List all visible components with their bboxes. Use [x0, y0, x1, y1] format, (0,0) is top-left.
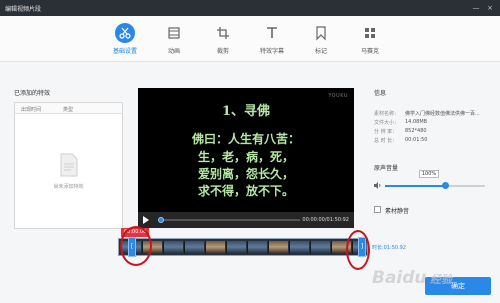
volume-fill: [385, 185, 445, 187]
col-type: 类型: [63, 107, 74, 113]
volume-handle[interactable]: [442, 182, 449, 189]
video-preview[interactable]: YOUKU 1、寻佛 佛曰：人生有八苦： 生，老，病，死， 爱别离，怨长久， 求…: [138, 88, 354, 212]
close-button[interactable]: ×: [486, 4, 494, 12]
mute-label: 素材静音: [385, 208, 410, 215]
effects-header: 出现时间 类型: [15, 103, 122, 114]
empty-effects-text: 尚未添加特效: [53, 184, 84, 190]
volume-tooltip: 100%: [419, 170, 439, 178]
player-controls: 00:00:00/01:50:92: [138, 212, 354, 228]
tab-marker[interactable]: 标记: [304, 23, 338, 55]
window-title: 编辑视频片段: [5, 6, 42, 13]
progress-bar[interactable]: [158, 217, 300, 223]
duration-label: 时长:01:50.92: [372, 245, 407, 251]
tab-animation[interactable]: 动画: [157, 23, 191, 55]
timeline-frame: [310, 241, 330, 254]
info-row: 分 辨 率： 852*480: [374, 128, 496, 137]
subtitle-line: 爱别离，怨长久，: [197, 167, 294, 181]
tab-effect-subtitles[interactable]: 特效字幕: [255, 23, 289, 55]
info-key: 分 辨 率：: [374, 129, 398, 135]
mute-checkbox[interactable]: [374, 206, 381, 213]
toolbar: 基础设置 动画 裁剪 特效字幕 标记 马赛克: [0, 16, 500, 62]
annotation-circle-end: [346, 230, 370, 270]
info-value: 佛学入门佛经数值佛法供佛一百...: [405, 111, 480, 117]
bookmark-icon: [311, 23, 331, 43]
video-player: YOUKU 1、寻佛 佛曰：人生有八苦： 生，老，病，死， 爱别离，怨长久， 求…: [138, 88, 354, 228]
svg-text:Baidu: Baidu: [372, 268, 427, 288]
time-display: 00:00:00/01:50:92: [302, 217, 349, 223]
timeline-frame: [184, 241, 204, 254]
timeline-frame: [247, 241, 267, 254]
tab-label: 特效字幕: [259, 48, 284, 55]
tab-label: 马赛克: [360, 48, 379, 55]
timeline-frame: [289, 241, 309, 254]
info-title: 信息: [374, 90, 387, 97]
info-value: 14.08MB: [405, 119, 428, 125]
minimize-button[interactable]: —: [472, 4, 480, 12]
volume-slider[interactable]: [385, 182, 485, 189]
info-row: 总 时 长： 00:01:50: [374, 137, 496, 146]
subtitle-line: 佛曰：人生有八苦：: [191, 132, 300, 146]
subtitle-line: 求不得，放不下。: [197, 184, 294, 198]
info-row: 文件大小： 14.08MB: [374, 119, 496, 128]
timeline-frame: [268, 241, 288, 254]
effects-list: 出现时间 类型 尚未添加特效: [14, 102, 123, 229]
scissors-icon: [115, 23, 135, 43]
subtitle-line: 生，老，病，死，: [197, 150, 294, 164]
crop-icon: [213, 23, 233, 43]
info-key: 文件大小：: [374, 120, 400, 126]
timeline-frame: [205, 241, 225, 254]
tab-label: 标记: [314, 48, 327, 55]
timeline-strip[interactable]: [118, 238, 368, 256]
timeline-frame: [163, 241, 183, 254]
info-row: 素材名称： 佛学入门佛经数值佛法供佛一百...: [374, 110, 496, 119]
progress-handle[interactable]: [158, 217, 164, 223]
annotation-circle-start: [120, 226, 152, 266]
info-value: 00:01:50: [405, 137, 428, 143]
info-key: 总 时 长：: [374, 138, 398, 144]
info-value: 852*480: [405, 128, 427, 134]
mosaic-icon: [360, 23, 380, 43]
empty-document-icon: [59, 153, 79, 177]
play-icon[interactable]: [143, 216, 149, 224]
tab-crop[interactable]: 裁剪: [206, 23, 240, 55]
subtitle-line: 1、寻佛: [221, 104, 271, 119]
text-icon: [262, 23, 282, 43]
film-icon: [164, 23, 184, 43]
info-key: 素材名称：: [374, 111, 400, 117]
video-watermark: YOUKU: [328, 93, 348, 99]
svg-text:经验: 经验: [430, 273, 454, 286]
timeline-frame: [226, 241, 246, 254]
tab-basic-settings[interactable]: 基础设置: [108, 23, 142, 55]
effects-title: 已添加的特效: [14, 90, 51, 97]
tab-label: 动画: [167, 48, 180, 55]
volume-title: 原声音量: [374, 165, 399, 172]
speaker-icon[interactable]: [374, 182, 382, 189]
col-time: 出现时间: [21, 107, 42, 113]
title-bar: 编辑视频片段 — ×: [0, 0, 500, 16]
tab-mosaic[interactable]: 马赛克: [353, 23, 387, 55]
tab-label: 裁剪: [216, 48, 229, 55]
tab-label: 基础设置: [112, 48, 137, 55]
baidu-watermark: Baidu 经验: [368, 262, 500, 292]
